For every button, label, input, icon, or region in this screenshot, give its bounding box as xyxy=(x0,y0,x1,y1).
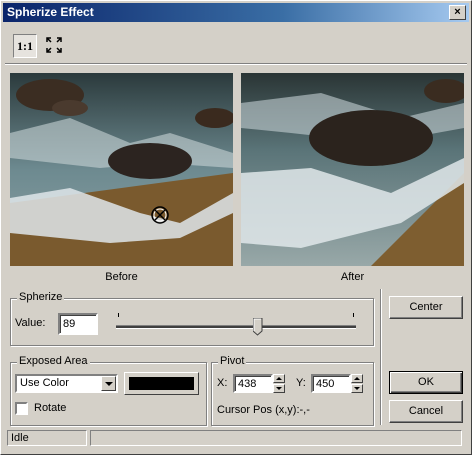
after-label: After xyxy=(340,271,365,283)
before-preview-image[interactable] xyxy=(10,73,233,266)
exposed-area-mode-select[interactable]: Use Color xyxy=(15,374,118,393)
pivot-x-down-arrow-icon[interactable] xyxy=(273,384,285,393)
center-button[interactable]: Center xyxy=(389,296,463,319)
spherize-slider-thumb[interactable] xyxy=(253,318,263,336)
status-message xyxy=(90,430,462,446)
value-label: Value: xyxy=(15,317,46,329)
color-swatch xyxy=(129,377,194,390)
pivot-x-input[interactable]: 438 xyxy=(233,374,273,393)
crosshair-target-icon[interactable] xyxy=(150,205,170,225)
pivot-x-label: X: xyxy=(217,377,228,389)
exposed-area-mode-value: Use Color xyxy=(20,377,69,389)
status-state: Idle xyxy=(7,430,87,446)
button-column-divider xyxy=(380,289,382,425)
pivot-y-down-arrow-icon[interactable] xyxy=(351,384,363,393)
spherize-slider-track[interactable] xyxy=(116,325,356,329)
cursor-position-readout: Cursor Pos (x,y):-,- xyxy=(217,404,310,416)
exposed-area-legend: Exposed Area xyxy=(17,355,90,367)
rotate-checkbox[interactable] xyxy=(15,402,28,415)
dialog-title: Spherize Effect xyxy=(7,5,94,19)
spherize-legend: Spherize xyxy=(17,291,65,303)
rotate-label: Rotate xyxy=(34,402,67,414)
slider-tick-max xyxy=(353,313,354,317)
pivot-x-up-arrow-icon[interactable] xyxy=(273,374,285,383)
pivot-y-input[interactable]: 450 xyxy=(311,374,351,393)
ok-button[interactable]: OK xyxy=(389,371,463,394)
pivot-group: Pivot xyxy=(211,355,374,426)
cancel-button[interactable]: Cancel xyxy=(389,400,463,423)
spherize-dialog: Spherize Effect × 1:1 Before After Spher… xyxy=(0,0,472,455)
color-swatch-button[interactable] xyxy=(124,372,199,395)
actual-size-button[interactable]: 1:1 xyxy=(13,34,37,58)
pivot-y-label: Y: xyxy=(296,377,306,389)
pivot-x-spinner[interactable] xyxy=(273,374,285,393)
fit-to-window-icon[interactable] xyxy=(43,34,65,56)
pivot-legend: Pivot xyxy=(218,355,247,367)
before-label: Before xyxy=(105,271,138,283)
chevron-down-icon[interactable] xyxy=(101,376,116,391)
title-bar: Spherize Effect × xyxy=(3,3,469,22)
toolbar-divider xyxy=(5,63,467,65)
spherize-value-input[interactable]: 89 xyxy=(58,313,98,335)
close-button[interactable]: × xyxy=(449,5,466,20)
pivot-y-spinner[interactable] xyxy=(351,374,363,393)
pivot-y-up-arrow-icon[interactable] xyxy=(351,374,363,383)
slider-tick-min xyxy=(118,313,119,317)
after-preview-image xyxy=(241,73,464,266)
